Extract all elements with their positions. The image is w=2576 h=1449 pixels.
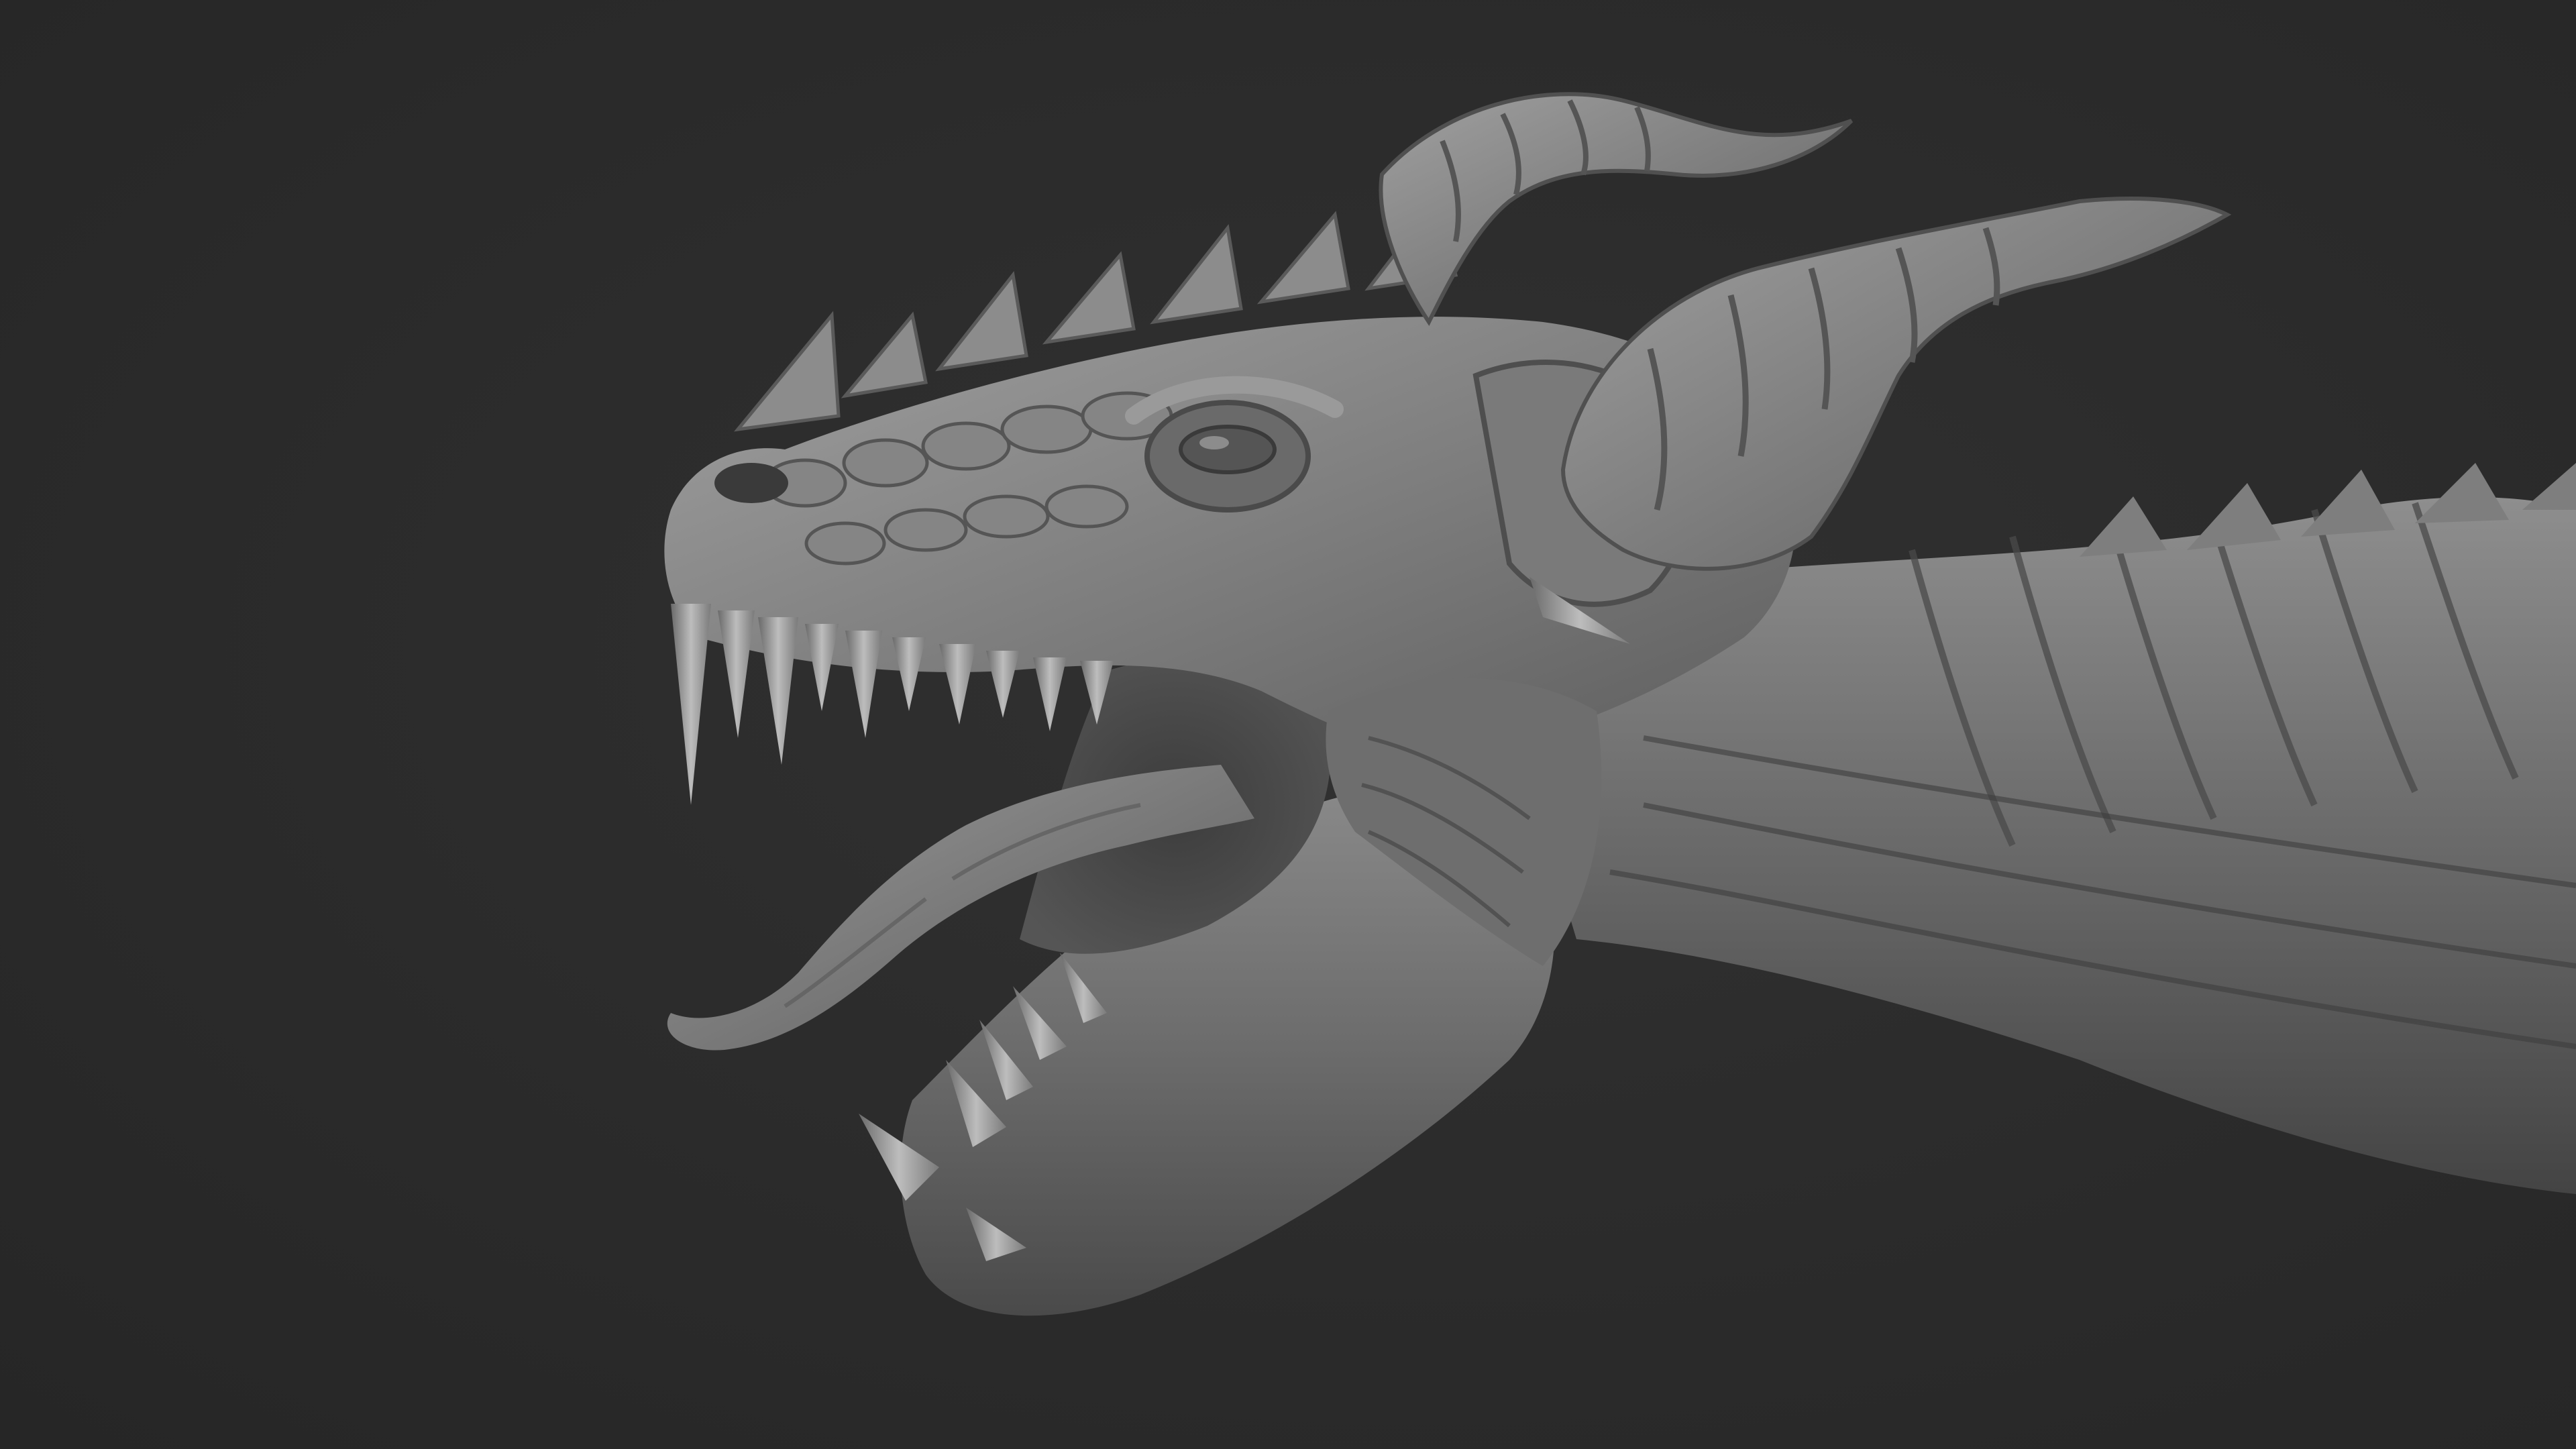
sculpt-viewport[interactable]: [0, 0, 2576, 1449]
eye: [1179, 425, 1277, 474]
dragon-head-sculpt: [664, 92, 2576, 1316]
eye-highlight: [1199, 436, 1229, 449]
nostril: [714, 463, 788, 503]
